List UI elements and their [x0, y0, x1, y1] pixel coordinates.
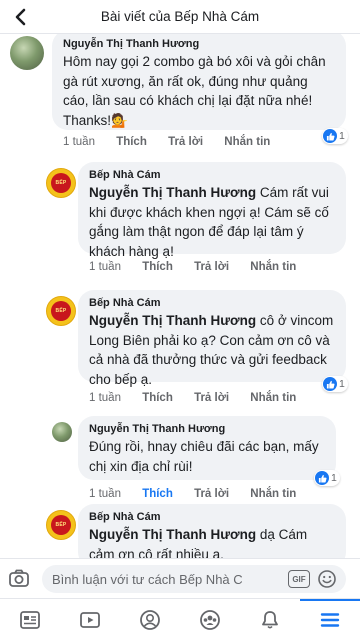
mention-link[interactable]: Nguyễn Thị Thanh Hương: [89, 527, 256, 542]
bep-nha-cam-logo-icon: BẾP: [51, 173, 71, 193]
message-button[interactable]: Nhắn tin: [224, 136, 270, 148]
comment-text: Nguyễn Thị Thanh Hương dạ Cám cảm ơn cô …: [89, 525, 335, 558]
comment-actions: 1 tuần Thích Trả lời Nhắn tin: [89, 261, 314, 273]
like-button[interactable]: Thích: [142, 488, 173, 500]
reaction-count: 1: [331, 472, 337, 484]
comment-time: 1 tuần: [89, 392, 121, 404]
comment-actions: 1 tuần Thích Trả lời Nhắn tin: [63, 136, 288, 148]
reply-button[interactable]: Trả lời: [194, 261, 229, 273]
comment-text: Nguyễn Thị Thanh Hương cô ở vincom Long …: [89, 311, 335, 389]
tab-profile[interactable]: [120, 599, 180, 640]
comment-time: 1 tuần: [89, 488, 121, 500]
bottom-tab-bar: [0, 598, 360, 640]
tab-notifications[interactable]: [240, 599, 300, 640]
message-button[interactable]: Nhắn tin: [250, 392, 296, 404]
tab-news-feed[interactable]: [0, 599, 60, 640]
page-avatar[interactable]: BẾP: [46, 296, 76, 326]
reply-button[interactable]: Trả lời: [168, 136, 203, 148]
mention-link[interactable]: Nguyễn Thị Thanh Hương: [89, 313, 256, 328]
active-tab-indicator: [300, 599, 360, 601]
comment-bubble[interactable]: Nguyễn Thị Thanh Hương Đúng rồi, hnay ch…: [78, 416, 336, 480]
like-button[interactable]: Thích: [142, 392, 173, 404]
comment-author[interactable]: Bếp Nhà Cám: [89, 297, 335, 309]
groups-icon: [200, 610, 220, 630]
like-button[interactable]: Thích: [142, 261, 173, 273]
profile-icon: [140, 610, 160, 630]
page-avatar[interactable]: BẾP: [46, 510, 76, 540]
reaction-count: 1: [339, 130, 345, 142]
reply-comment: Nguyễn Thị Thanh Hương Đúng rồi, hnay ch…: [0, 416, 360, 500]
top-bar: Bài viết của Bếp Nhà Cám: [0, 0, 360, 34]
gif-button[interactable]: GIF: [288, 570, 310, 588]
camera-icon: [9, 569, 29, 587]
emoji-icon: [318, 570, 336, 588]
comment-input-wrapper: GIF: [42, 565, 346, 593]
avatar[interactable]: [52, 422, 72, 442]
reaction-count: 1: [339, 378, 345, 390]
bep-nha-cam-logo-icon: BẾP: [51, 515, 71, 535]
comment-time: 1 tuần: [63, 136, 95, 148]
watch-icon: [80, 612, 100, 628]
comment-actions: 1 tuần Thích Trả lời Nhắn tin: [89, 488, 314, 500]
page-avatar[interactable]: BẾP: [46, 168, 76, 198]
thumbs-up-icon: [315, 471, 329, 485]
reaction-badge[interactable]: 1: [322, 128, 348, 144]
comment-time: 1 tuần: [89, 261, 121, 273]
comment-actions: 1 tuần Thích Trả lời Nhắn tin: [89, 392, 314, 404]
reply-comment: BẾP Bếp Nhà Cám Nguyễn Thị Thanh Hương d…: [0, 504, 360, 558]
comment: Nguyễn Thị Thanh Hương Hôm nay gọi 2 com…: [0, 34, 360, 154]
comment-author[interactable]: Bếp Nhà Cám: [89, 511, 335, 523]
comment-input[interactable]: [52, 565, 242, 593]
notifications-icon: [262, 611, 278, 629]
comment-text: Nguyễn Thị Thanh Hương Cám rất vui khi đ…: [89, 183, 335, 261]
message-button[interactable]: Nhắn tin: [250, 261, 296, 273]
avatar[interactable]: [10, 36, 44, 70]
news-feed-icon: [20, 611, 40, 629]
comment-bubble[interactable]: Bếp Nhà Cám Nguyễn Thị Thanh Hương dạ Cá…: [78, 504, 346, 558]
comment-author[interactable]: Nguyễn Thị Thanh Hương: [89, 423, 325, 435]
comment-bubble[interactable]: Bếp Nhà Cám Nguyễn Thị Thanh Hương cô ở …: [78, 290, 346, 387]
like-button[interactable]: Thích: [116, 136, 147, 148]
camera-button[interactable]: [8, 568, 30, 590]
reply-comment: BẾP Bếp Nhà Cám Nguyễn Thị Thanh Hương c…: [0, 290, 360, 414]
comment-text: Đúng rồi, hnay chiêu đãi các bạn, mấy ch…: [89, 439, 319, 474]
comment-author[interactable]: Bếp Nhà Cám: [89, 169, 335, 181]
comment-author[interactable]: Nguyễn Thị Thanh Hương: [63, 38, 335, 50]
bep-nha-cam-logo-icon: BẾP: [51, 301, 71, 321]
comment-composer: GIF: [0, 558, 360, 598]
reply-button[interactable]: Trả lời: [194, 488, 229, 500]
thumbs-up-icon: [323, 377, 337, 391]
comment-bubble[interactable]: Bếp Nhà Cám Nguyễn Thị Thanh Hương Cám r…: [78, 162, 346, 259]
tab-menu[interactable]: [300, 599, 360, 640]
page-title: Bài viết của Bếp Nhà Cám: [100, 9, 260, 24]
reply-comment: BẾP Bếp Nhà Cám Nguyễn Thị Thanh Hương C…: [0, 162, 360, 282]
reaction-badge[interactable]: 1: [322, 376, 348, 392]
menu-icon: [320, 613, 340, 627]
thumbs-up-icon: [323, 129, 337, 143]
tab-groups[interactable]: [180, 599, 240, 640]
reply-button[interactable]: Trả lời: [194, 392, 229, 404]
mention-link[interactable]: Nguyễn Thị Thanh Hương: [89, 185, 256, 200]
comment-thread[interactable]: Nguyễn Thị Thanh Hương Hôm nay gọi 2 com…: [0, 34, 360, 558]
emoji-button[interactable]: [317, 569, 337, 589]
message-button[interactable]: Nhắn tin: [250, 488, 296, 500]
reaction-badge[interactable]: 1: [314, 470, 340, 486]
tab-watch[interactable]: [60, 599, 120, 640]
comment-bubble[interactable]: Nguyễn Thị Thanh Hương Hôm nay gọi 2 com…: [52, 34, 346, 130]
comment-text: Hôm nay gọi 2 combo gà bó xôi và gỏi châ…: [63, 54, 326, 128]
